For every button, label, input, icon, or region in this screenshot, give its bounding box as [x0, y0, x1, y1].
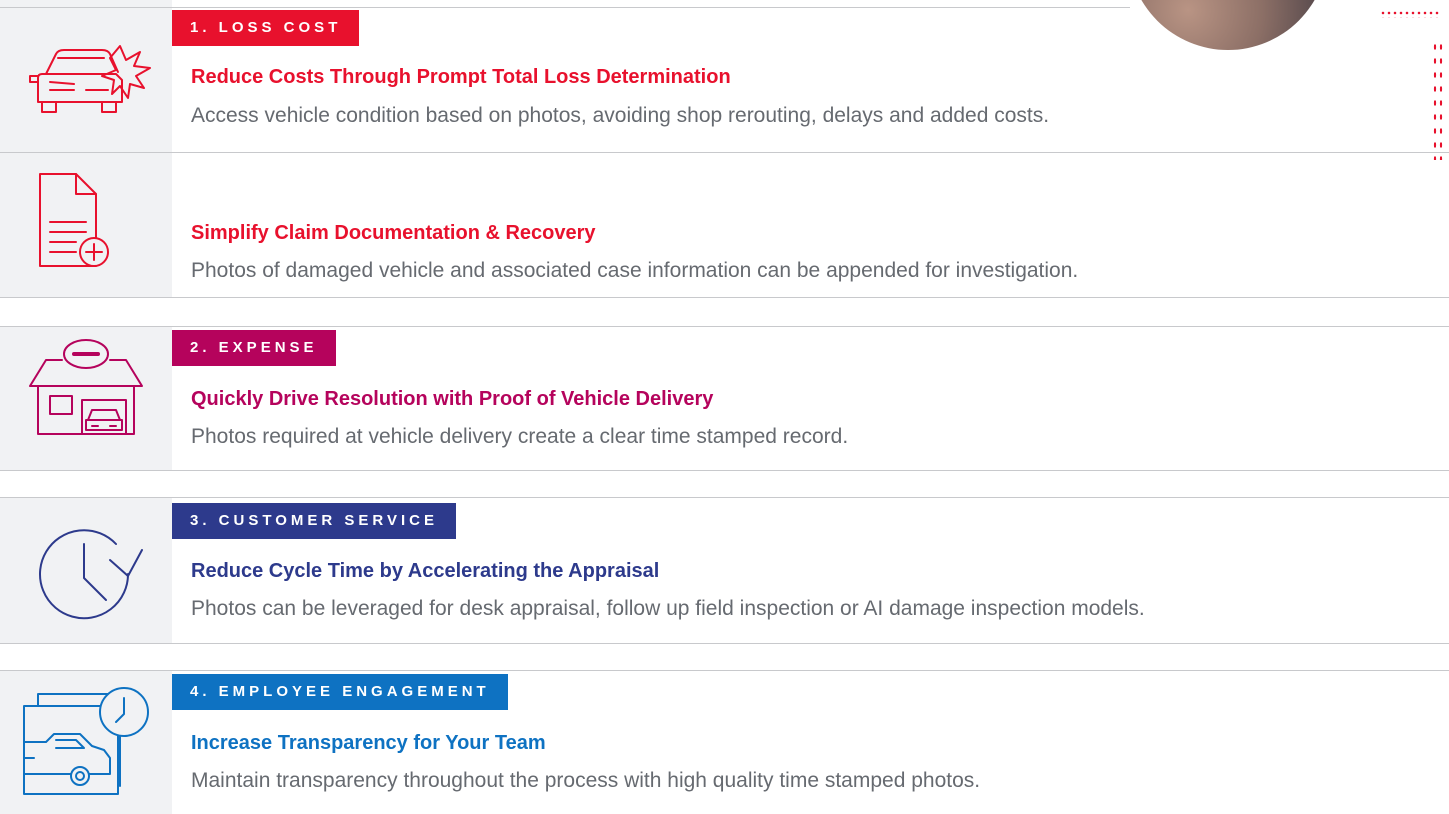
- item-heading: Increase Transparency for Your Team: [191, 732, 546, 754]
- item-heading: Simplify Claim Documentation & Recovery: [191, 222, 596, 244]
- item-heading: Quickly Drive Resolution with Proof of V…: [191, 388, 714, 410]
- document-add-icon: [36, 172, 146, 272]
- page: 1. LOSS COST Reduce Costs Through Prompt…: [0, 0, 1449, 814]
- car-crash-icon: [28, 40, 154, 120]
- decorative-dots-vertical: [1432, 40, 1444, 160]
- divider: [0, 643, 1449, 644]
- car-photo-clock-icon: [20, 682, 154, 802]
- item-heading: Reduce Costs Through Prompt Total Loss D…: [191, 66, 731, 88]
- divider: [0, 326, 1449, 327]
- item-description: Photos of damaged vehicle and associated…: [191, 259, 1079, 282]
- section-tag-loss-cost: 1. LOSS COST: [172, 10, 360, 46]
- divider: [0, 497, 1449, 498]
- item-heading: Reduce Cycle Time by Accelerating the Ap…: [191, 560, 660, 582]
- item-description: Photos can be leveraged for desk apprais…: [191, 597, 1145, 620]
- section-tag-customer-service: 3. CUSTOMER SERVICE: [172, 503, 456, 539]
- header-photo: [1128, 0, 1328, 50]
- item-description: Maintain transparency throughout the pro…: [191, 769, 981, 792]
- decorative-dots: [1380, 10, 1440, 18]
- section-tag-employee-engagement: 4. EMPLOYEE ENGAGEMENT: [172, 674, 508, 710]
- divider: [0, 7, 1130, 8]
- divider: [0, 297, 1449, 298]
- item-description: Photos required at vehicle delivery crea…: [191, 425, 849, 448]
- divider: [0, 470, 1449, 471]
- divider: [0, 670, 1449, 671]
- garage-icon: [28, 334, 148, 438]
- clock-refresh-icon: [36, 526, 146, 622]
- section-tag-expense: 2. EXPENSE: [172, 330, 336, 366]
- divider: [0, 152, 1449, 153]
- item-description: Access vehicle condition based on photos…: [191, 104, 1050, 127]
